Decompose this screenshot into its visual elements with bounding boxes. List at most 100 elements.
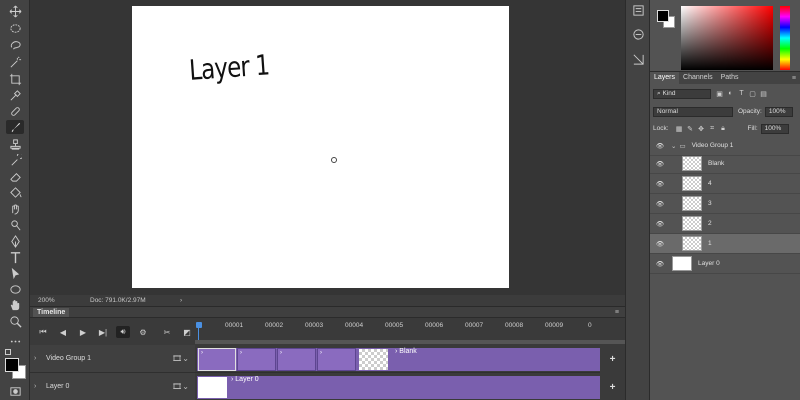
pen-tool-icon[interactable]	[6, 234, 24, 248]
track-lane-layer-0[interactable]: › Layer 0	[195, 373, 600, 400]
properties-panel-icon[interactable]	[632, 28, 645, 41]
hue-slider[interactable]	[780, 6, 790, 70]
canvas-area[interactable]: Layer 1	[30, 0, 625, 295]
eyedropper-icon[interactable]	[6, 88, 24, 102]
history-panel-icon[interactable]	[632, 4, 645, 17]
layer-row-blank[interactable]: 👁︎ Blank	[650, 154, 800, 174]
add-media-button[interactable]: +	[600, 373, 625, 400]
eye-icon[interactable]: 👁︎	[655, 180, 665, 188]
magic-wand-icon[interactable]	[6, 55, 24, 69]
fill-field[interactable]: 100%	[760, 123, 789, 134]
clip-blank-thumbnail[interactable]	[359, 349, 388, 370]
layer-row-layer-0[interactable]: 👁︎ Layer 0	[650, 254, 800, 274]
paint-bucket-icon[interactable]	[6, 185, 24, 199]
play-icon[interactable]: ▶	[76, 326, 90, 338]
opacity-field[interactable]: 100%	[764, 106, 793, 117]
add-media-buttons: + +	[600, 345, 625, 400]
ellipse-tool-icon[interactable]	[6, 282, 24, 296]
layer-0-thumbnail[interactable]	[198, 377, 227, 398]
type-tool-icon[interactable]	[6, 250, 24, 264]
lock-row: Lock: ▦ ✎ ✥ ⌗ 🔒︎ Fill: 100%	[653, 123, 797, 134]
split-scissors-icon[interactable]: ✂	[160, 326, 174, 338]
lock-transparent-icon[interactable]: ▦	[675, 124, 684, 133]
hand-tool-icon[interactable]	[6, 298, 24, 312]
chevron-down-icon[interactable]: ⌄	[671, 142, 676, 150]
track-header-video-group-1[interactable]: › Video Group 1 🎞︎⌄	[30, 345, 195, 373]
more-tools-icon[interactable]	[6, 334, 24, 348]
expand-chevron-icon[interactable]: ›	[34, 383, 44, 390]
tab-channels[interactable]: Channels	[679, 72, 717, 84]
clip-layer-2[interactable]: ›	[237, 348, 276, 371]
transition-icon[interactable]: ◩	[180, 326, 194, 338]
work-area-bar[interactable]	[195, 340, 625, 344]
settings-gear-icon[interactable]: ⚙	[136, 326, 150, 338]
zoom-tool-icon[interactable]	[6, 314, 24, 328]
dodge-tool-icon[interactable]	[6, 218, 24, 232]
track-lane-video-group-1[interactable]: › › › › › Blank	[195, 345, 600, 373]
layers-menu-icon[interactable]: ≡	[792, 75, 796, 82]
film-strip-icon[interactable]: 🎞︎⌄	[172, 382, 189, 391]
clip-layer-1[interactable]: ›	[198, 348, 236, 371]
clip-layer-4[interactable]: ›	[317, 348, 356, 371]
film-strip-icon[interactable]: 🎞︎⌄	[172, 354, 189, 363]
eye-icon[interactable]: 👁︎	[655, 260, 665, 268]
history-brush-icon[interactable]	[6, 153, 24, 167]
default-colors-icon[interactable]	[5, 349, 11, 355]
eye-icon[interactable]: 👁︎	[655, 220, 665, 228]
eye-icon[interactable]: 👁︎	[655, 142, 665, 150]
blend-mode-select[interactable]: Normal	[653, 106, 733, 117]
quick-mask-icon[interactable]	[6, 384, 24, 398]
tab-paths[interactable]: Paths	[717, 72, 743, 84]
next-frame-icon[interactable]: ▶|	[96, 326, 110, 338]
clone-stamp-icon[interactable]	[6, 137, 24, 151]
lasso-ellipse-icon[interactable]	[6, 21, 24, 35]
filter-shape-icon[interactable]: ▢	[748, 89, 757, 98]
eye-icon[interactable]: 👁︎	[655, 240, 665, 248]
layer-row-4[interactable]: 👁︎ 4	[650, 174, 800, 194]
timeline-menu-icon[interactable]: ≡	[615, 309, 619, 316]
foreground-color-swatch[interactable]	[5, 358, 19, 372]
track-header-layer-0[interactable]: › Layer 0 🎞︎⌄	[30, 373, 195, 400]
lock-all-icon[interactable]: 🔒︎	[719, 124, 728, 133]
move-tool-icon[interactable]	[6, 4, 24, 18]
brush-tool-icon[interactable]	[6, 120, 24, 134]
filter-type-icon[interactable]: T	[737, 89, 746, 98]
lock-position-icon[interactable]: ✥	[697, 124, 706, 133]
timeline-ruler[interactable]: 00001 00002 00003 00004 00005 00006 0000…	[195, 319, 625, 345]
filter-kind-select[interactable]: ⌕ Kind	[653, 88, 711, 99]
expand-chevron-icon[interactable]: ›	[34, 355, 44, 362]
layer-row-2[interactable]: 👁︎ 2	[650, 214, 800, 234]
eraser-icon[interactable]	[6, 169, 24, 183]
crop-tool-icon[interactable]	[6, 72, 24, 86]
layer-filter-row: ⌕ Kind ▣ ◐ T ▢ ▤	[653, 88, 797, 99]
status-bar: 200% Doc: 791.0K/2.97M ›	[30, 295, 625, 306]
layer-row-video-group-1[interactable]: 👁︎ ⌄ ▭ Video Group 1	[650, 136, 800, 156]
zoom-level[interactable]: 200%	[38, 297, 68, 304]
filter-pixel-icon[interactable]: ▣	[715, 89, 724, 98]
lock-image-icon[interactable]: ✎	[686, 124, 695, 133]
adjustments-panel-icon[interactable]	[632, 53, 645, 66]
add-media-button[interactable]: +	[600, 345, 625, 373]
layer-row-3[interactable]: 👁︎ 3	[650, 194, 800, 214]
playhead-icon[interactable]	[196, 322, 202, 328]
eye-icon[interactable]: 👁︎	[655, 160, 665, 168]
document-canvas[interactable]: Layer 1	[132, 6, 509, 288]
color-foreground-swatch[interactable]	[657, 10, 669, 22]
timeline-tab[interactable]: Timeline	[33, 307, 70, 317]
status-menu-arrow[interactable]: ›	[180, 297, 182, 304]
healing-brush-icon[interactable]	[6, 104, 24, 118]
eye-icon[interactable]: 👁︎	[655, 200, 665, 208]
filter-adjustment-icon[interactable]: ◐	[726, 89, 735, 98]
previous-frame-icon[interactable]: ◀	[56, 326, 70, 338]
lasso-tool-icon[interactable]	[6, 38, 24, 52]
go-to-first-frame-icon[interactable]: ⏮	[36, 326, 50, 338]
smudge-tool-icon[interactable]	[6, 201, 24, 215]
clip-layer-3[interactable]: ›	[277, 348, 316, 371]
audio-icon[interactable]: 🔊︎	[116, 326, 130, 338]
lock-artboard-icon[interactable]: ⌗	[708, 124, 717, 133]
color-field[interactable]	[681, 6, 773, 70]
tab-layers[interactable]: Layers	[650, 72, 680, 84]
filter-smart-object-icon[interactable]: ▤	[759, 89, 768, 98]
layer-row-1[interactable]: 👁︎ 1	[650, 234, 800, 254]
path-selection-icon[interactable]	[6, 266, 24, 280]
